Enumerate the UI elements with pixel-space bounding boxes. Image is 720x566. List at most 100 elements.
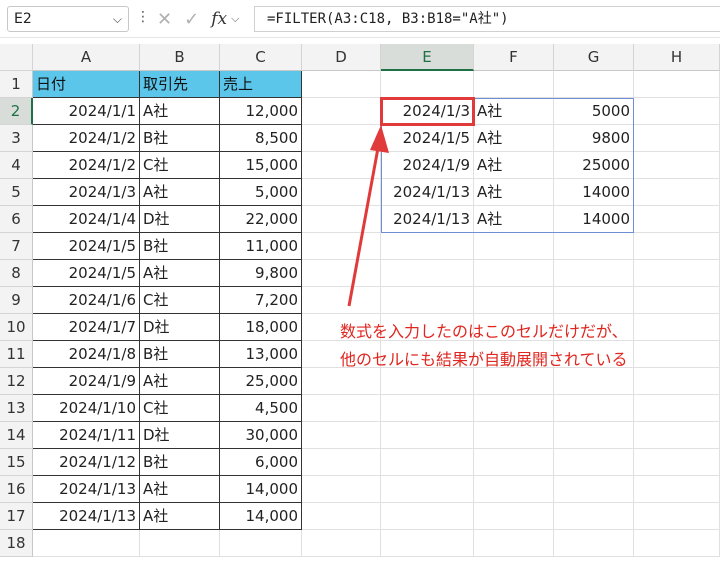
spill-cell[interactable]: 2024/1/5: [381, 125, 474, 152]
table-cell[interactable]: 6,000: [220, 449, 302, 476]
grid-cell[interactable]: [554, 368, 634, 395]
grid-cell[interactable]: [302, 422, 381, 449]
enter-check-icon[interactable]: ✓: [184, 9, 199, 30]
grid-cell[interactable]: [634, 395, 720, 422]
grid-cell[interactable]: [302, 287, 381, 314]
grid-cell[interactable]: [381, 395, 474, 422]
spill-cell[interactable]: A社: [474, 98, 554, 125]
name-box[interactable]: E2 ⌵: [7, 6, 129, 32]
column-header-d[interactable]: D: [302, 44, 381, 71]
table-cell[interactable]: 30,000: [220, 422, 302, 449]
grid-cell[interactable]: [381, 422, 474, 449]
column-header-b[interactable]: B: [140, 44, 220, 71]
table-cell[interactable]: A社: [140, 503, 220, 530]
select-all-corner[interactable]: [0, 44, 33, 71]
table-cell[interactable]: 9,800: [220, 260, 302, 287]
grid-cell[interactable]: [634, 206, 720, 233]
table-cell[interactable]: 2024/1/3: [33, 179, 140, 206]
row-header-3[interactable]: 3: [0, 125, 33, 152]
spill-cell[interactable]: A社: [474, 125, 554, 152]
formula-input[interactable]: =FILTER(A3:C18, B3:B18="A社"): [254, 6, 720, 32]
grid-cell[interactable]: [302, 368, 381, 395]
row-header-2[interactable]: 2: [0, 98, 33, 125]
row-header-8[interactable]: 8: [0, 260, 33, 287]
row-header-12[interactable]: 12: [0, 368, 33, 395]
spill-cell[interactable]: A社: [474, 206, 554, 233]
grid-cell[interactable]: [302, 260, 381, 287]
table-cell[interactable]: B社: [140, 233, 220, 260]
grid-cell[interactable]: [634, 233, 720, 260]
grid-cell[interactable]: [381, 71, 474, 98]
row-header-18[interactable]: 18: [0, 530, 33, 557]
grid-cell[interactable]: [474, 233, 554, 260]
row-header-7[interactable]: 7: [0, 233, 33, 260]
more-options-icon[interactable]: ⋮: [136, 9, 150, 25]
grid-cell[interactable]: [302, 152, 381, 179]
table-cell[interactable]: D社: [140, 314, 220, 341]
grid-cell[interactable]: [554, 449, 634, 476]
grid-cell[interactable]: [302, 530, 381, 557]
grid-cell[interactable]: [634, 341, 720, 368]
table-cell[interactable]: A社: [140, 476, 220, 503]
grid-cell[interactable]: [474, 503, 554, 530]
table-cell[interactable]: 18,000: [220, 314, 302, 341]
grid-cell[interactable]: [634, 503, 720, 530]
grid-cell[interactable]: [302, 125, 381, 152]
grid-cell[interactable]: [554, 422, 634, 449]
grid-cell[interactable]: [381, 449, 474, 476]
grid-cell[interactable]: [634, 530, 720, 557]
grid-cell[interactable]: [554, 503, 634, 530]
table-cell[interactable]: 14,000: [220, 476, 302, 503]
grid-cell[interactable]: [381, 530, 474, 557]
grid-cell[interactable]: [554, 530, 634, 557]
spill-cell[interactable]: 2024/1/13: [381, 179, 474, 206]
spill-cell[interactable]: 9800: [554, 125, 634, 152]
grid-cell[interactable]: [474, 395, 554, 422]
grid-cell[interactable]: [474, 476, 554, 503]
grid-cell[interactable]: [474, 260, 554, 287]
grid-cell[interactable]: [381, 476, 474, 503]
column-header-f[interactable]: F: [474, 44, 554, 71]
grid-cell[interactable]: [302, 503, 381, 530]
grid-cell[interactable]: [554, 71, 634, 98]
row-header-14[interactable]: 14: [0, 422, 33, 449]
grid-cell[interactable]: [634, 476, 720, 503]
row-header-10[interactable]: 10: [0, 314, 33, 341]
column-header-e[interactable]: E: [381, 44, 474, 71]
table-cell[interactable]: C社: [140, 395, 220, 422]
grid-cell[interactable]: [302, 476, 381, 503]
spill-cell[interactable]: A社: [474, 179, 554, 206]
table-cell[interactable]: 2024/1/7: [33, 314, 140, 341]
table-cell[interactable]: 2024/1/5: [33, 233, 140, 260]
table-cell[interactable]: 2024/1/6: [33, 287, 140, 314]
row-header-9[interactable]: 9: [0, 287, 33, 314]
table-cell[interactable]: 2024/1/10: [33, 395, 140, 422]
table-cell[interactable]: 15,000: [220, 152, 302, 179]
table-cell[interactable]: 12,000: [220, 98, 302, 125]
grid-cell[interactable]: [634, 314, 720, 341]
grid-cell[interactable]: [474, 71, 554, 98]
grid-cell[interactable]: [634, 179, 720, 206]
row-header-6[interactable]: 6: [0, 206, 33, 233]
grid-cell[interactable]: [634, 98, 720, 125]
table-cell[interactable]: 2024/1/5: [33, 260, 140, 287]
grid-cell[interactable]: [474, 530, 554, 557]
spill-cell[interactable]: 14000: [554, 206, 634, 233]
column-header-h[interactable]: H: [634, 44, 720, 71]
grid-cell[interactable]: [634, 71, 720, 98]
spill-cell[interactable]: 2024/1/13: [381, 206, 474, 233]
spill-cell[interactable]: 5000: [554, 98, 634, 125]
grid-cell[interactable]: [381, 287, 474, 314]
row-header-16[interactable]: 16: [0, 476, 33, 503]
grid-cell[interactable]: [381, 260, 474, 287]
table-cell[interactable]: 4,500: [220, 395, 302, 422]
grid-cell[interactable]: [554, 287, 634, 314]
table-cell[interactable]: D社: [140, 206, 220, 233]
grid-cell[interactable]: [302, 98, 381, 125]
grid-cell[interactable]: [381, 368, 474, 395]
table-cell[interactable]: 2024/1/4: [33, 206, 140, 233]
grid-cell[interactable]: [381, 233, 474, 260]
row-header-1[interactable]: 1: [0, 71, 33, 98]
table-cell[interactable]: D社: [140, 422, 220, 449]
grid-cell[interactable]: [302, 395, 381, 422]
